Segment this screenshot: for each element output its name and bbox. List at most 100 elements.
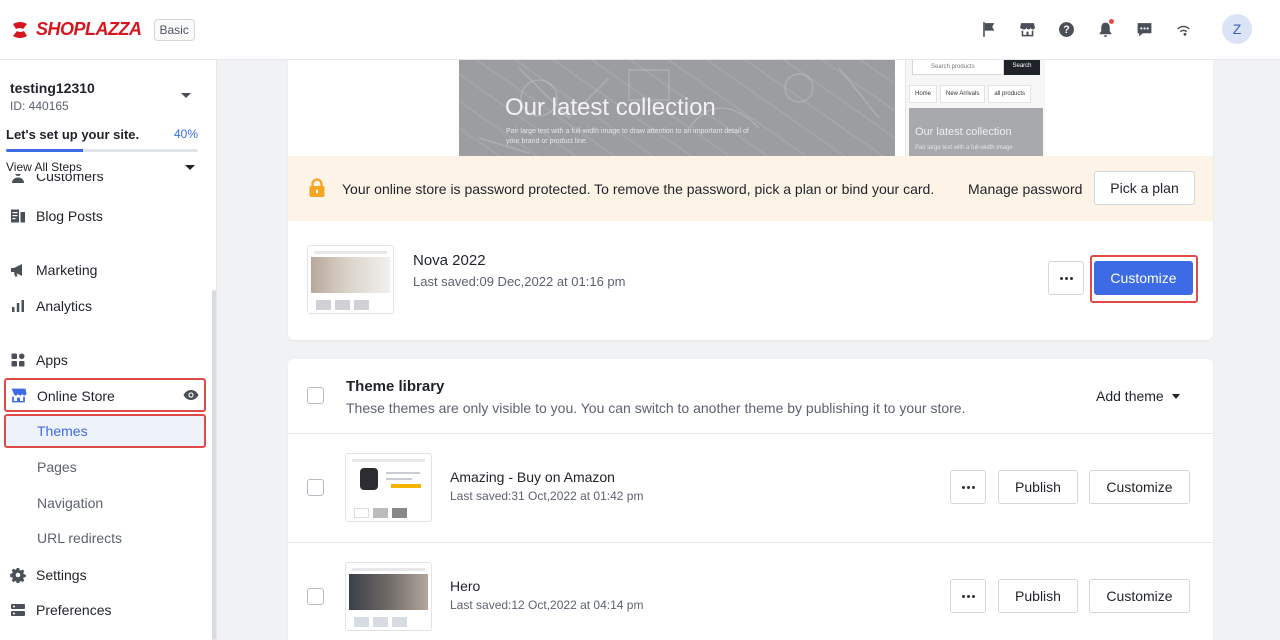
sidebar-item-marketing[interactable]: Marketing xyxy=(10,260,97,280)
customers-icon xyxy=(12,174,24,183)
current-theme-thumbnail xyxy=(307,245,394,314)
main-content: Our latest collection Pair large text wi… xyxy=(217,60,1280,640)
sidebar-item-label: Blog Posts xyxy=(36,208,103,224)
avatar[interactable]: Z xyxy=(1222,14,1252,44)
svg-text:?: ? xyxy=(1063,24,1069,36)
preferences-icon xyxy=(11,604,25,616)
caret-down-icon xyxy=(1171,393,1180,399)
more-options-button[interactable] xyxy=(1048,261,1084,295)
current-theme-name: Nova 2022 xyxy=(413,252,486,269)
notification-dot xyxy=(1109,19,1114,24)
sidebar-item-preferences[interactable]: Preferences xyxy=(10,600,111,620)
mobile-headline: Our latest collection xyxy=(915,126,1012,138)
theme-library-description: These themes are only visible to you. Yo… xyxy=(346,400,966,416)
desktop-preview: Our latest collection Pair large text wi… xyxy=(459,60,895,156)
sidebar-subitem-navigation[interactable]: Navigation xyxy=(37,495,103,511)
theme-saved: Last saved:31 Oct,2022 at 01:42 pm xyxy=(450,489,644,503)
apps-icon xyxy=(11,353,25,367)
view-all-steps[interactable]: View All Steps xyxy=(6,160,198,174)
more-dots-icon xyxy=(961,485,975,489)
theme-checkbox[interactable] xyxy=(307,588,324,605)
mobile-hero: Our latest collection Pair large text wi… xyxy=(909,108,1043,156)
sidebar-item-label: Settings xyxy=(36,567,87,583)
store-icon[interactable] xyxy=(1017,19,1037,39)
store-name: testing12310 xyxy=(10,80,95,96)
sidebar-item-settings[interactable]: Settings xyxy=(10,565,87,585)
theme-thumbnail xyxy=(345,562,432,631)
setup-percent: 40% xyxy=(173,127,198,141)
sidebar-nav: Customers Blog Posts Marketing Analytics… xyxy=(0,174,216,640)
setup-progress-bar xyxy=(6,149,198,152)
highlight-customize xyxy=(1090,255,1198,303)
sidebar: testing12310 ID: 440165 Let's set up you… xyxy=(0,60,217,640)
view-all-steps-label: View All Steps xyxy=(6,160,82,174)
mobile-preview: Search products Search Home New Arrivals… xyxy=(905,60,1045,156)
sidebar-item-label: Customers xyxy=(36,174,104,184)
store-switcher[interactable]: testing12310 ID: 440165 xyxy=(10,80,95,113)
more-dots-icon xyxy=(961,594,975,598)
sidebar-item-label: Apps xyxy=(36,352,68,368)
password-banner-text: Your online store is password protected.… xyxy=(342,181,935,197)
chat-icon[interactable] xyxy=(1134,19,1154,39)
password-banner: Your online store is password protected.… xyxy=(288,156,1213,221)
sidebar-item-customers[interactable]: Customers xyxy=(10,174,104,186)
mobile-link-all-products: all products xyxy=(988,85,1032,103)
theme-name: Hero xyxy=(450,578,481,594)
analytics-icon xyxy=(12,300,24,312)
theme-saved: Last saved:12 Oct,2022 at 04:14 pm xyxy=(450,598,644,612)
theme-preview: Our latest collection Pair large text wi… xyxy=(288,60,1213,156)
current-theme-card: Our latest collection Pair large text wi… xyxy=(288,60,1213,340)
shoplazza-logo-icon xyxy=(13,21,27,38)
divider xyxy=(288,433,1213,434)
sidebar-item-label: Analytics xyxy=(36,298,93,314)
wifi-icon[interactable] xyxy=(1173,19,1193,39)
theme-library-card: Theme library These themes are only visi… xyxy=(288,359,1213,640)
preview-headline: Our latest collection xyxy=(505,94,716,121)
chevron-down-icon[interactable] xyxy=(181,93,191,98)
sidebar-item-label: Preferences xyxy=(36,602,112,618)
megaphone-icon xyxy=(11,264,22,277)
manage-password-link[interactable]: Manage password xyxy=(968,181,1082,197)
sidebar-item-blog-posts[interactable]: Blog Posts xyxy=(10,206,103,226)
caret-down-icon xyxy=(185,164,195,170)
store-id: ID: 440165 xyxy=(10,99,69,113)
gear-icon xyxy=(10,568,26,583)
theme-library-title: Theme library xyxy=(346,378,445,395)
bell-icon[interactable] xyxy=(1095,19,1115,39)
mobile-subtext: Pair large text with a full-width image xyxy=(915,145,1013,151)
theme-checkbox[interactable] xyxy=(307,479,324,496)
customize-button[interactable]: Customize xyxy=(1089,579,1190,613)
sidebar-subitem-pages[interactable]: Pages xyxy=(37,459,77,475)
top-bar: SHOPLAZZA Basic ? Z xyxy=(0,0,1280,60)
lock-icon xyxy=(309,178,325,197)
highlight-themes xyxy=(4,414,206,448)
setup-progress-fill xyxy=(6,149,83,152)
sidebar-subitem-url-redirects[interactable]: URL redirects xyxy=(37,530,122,546)
brand-logo[interactable]: SHOPLAZZA xyxy=(10,19,142,40)
select-all-checkbox[interactable] xyxy=(307,387,324,404)
publish-button[interactable]: Publish xyxy=(998,579,1078,613)
publish-button[interactable]: Publish xyxy=(998,470,1078,504)
brand-name: SHOPLAZZA xyxy=(36,19,142,39)
sidebar-item-analytics[interactable]: Analytics xyxy=(10,296,92,316)
theme-thumbnail xyxy=(345,453,432,522)
pick-plan-button[interactable]: Pick a plan xyxy=(1094,171,1195,205)
more-dots-icon xyxy=(1059,276,1073,280)
setup-progress: Let's set up your site. 40% xyxy=(6,127,198,152)
plan-badge: Basic xyxy=(153,18,195,41)
flag-icon[interactable] xyxy=(978,19,998,39)
help-icon[interactable]: ? xyxy=(1056,19,1076,39)
add-theme-label: Add theme xyxy=(1096,388,1164,404)
divider xyxy=(288,542,1213,543)
sidebar-item-label: Marketing xyxy=(36,262,98,278)
customize-button[interactable]: Customize xyxy=(1089,470,1190,504)
current-theme-saved: Last saved:09 Dec,2022 at 01:16 pm xyxy=(413,274,626,289)
blog-icon xyxy=(11,209,25,223)
mobile-link-home: Home xyxy=(909,85,938,103)
more-options-button[interactable] xyxy=(950,470,986,504)
more-options-button[interactable] xyxy=(950,579,986,613)
current-theme-row: Nova 2022 Last saved:09 Dec,2022 at 01:1… xyxy=(288,221,1213,338)
add-theme-dropdown[interactable]: Add theme xyxy=(1096,388,1180,404)
sidebar-item-apps[interactable]: Apps xyxy=(10,350,68,370)
sidebar-scrollbar[interactable] xyxy=(212,290,216,640)
